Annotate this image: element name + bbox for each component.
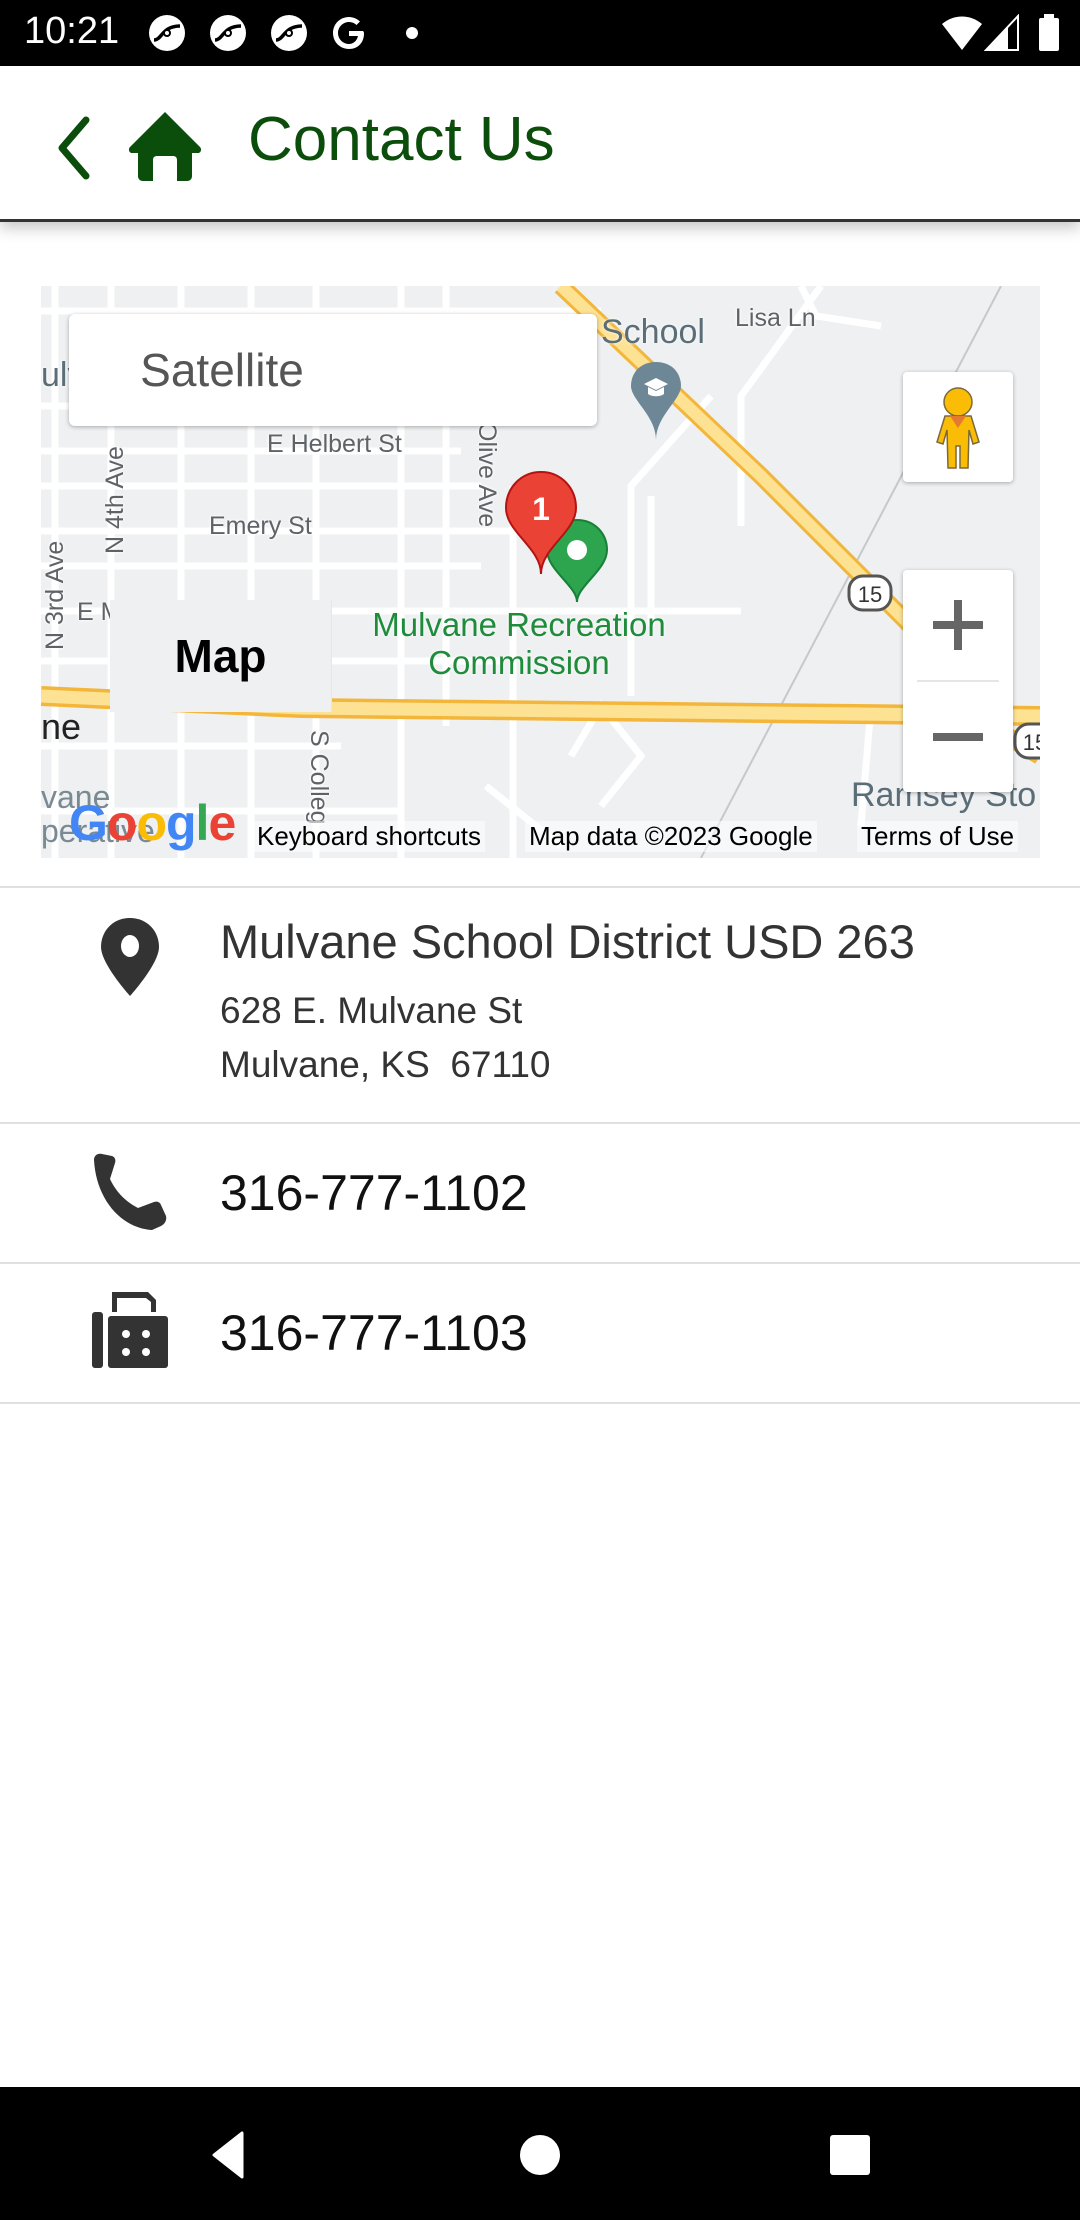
map-label-n-3rd-ave: N 3rd Ave [41,540,69,650]
marker-number: 1 [532,491,550,527]
app-bar: Contact Us [0,66,1080,222]
map-data-attribution[interactable]: Map data ©2023 Google [525,821,817,852]
page-title: Contact Us [248,105,555,174]
contact-address-row[interactable]: Mulvane School District USD 263 628 E. M… [0,888,1080,1122]
map-label-emery-st: Emery St [209,512,312,540]
address-line2: Mulvane, KS 67110 [220,1044,551,1085]
contact-phone-row[interactable]: 316-777-1102 [0,1124,1080,1262]
wifi-icon [942,16,982,50]
map-type-map-button[interactable]: Map [110,600,332,712]
sync-app-icon [210,15,246,51]
pegman-icon [936,387,980,469]
address-name: Mulvane School District USD 263 [220,915,915,968]
map-view[interactable]: 15 15 1 ulv School Lisa Ln E Helbert St … [41,286,1040,858]
location-pin-icon [101,918,159,996]
plus-icon [933,600,983,650]
home-button[interactable] [126,106,204,182]
map-label-s-college: S Colleg [305,730,333,825]
map-type-satellite-button[interactable]: Satellite [69,314,375,426]
contact-list: Mulvane School District USD 263 628 E. M… [0,886,1080,1404]
map-label-e-helbert-st: E Helbert St [267,430,402,458]
fax-icon [92,1292,168,1368]
nav-recents-button[interactable] [810,2117,890,2197]
minus-icon [933,733,983,741]
map-label-city-fragment: ne [41,706,82,747]
zoom-control [903,570,1013,792]
nav-back-icon [212,2131,244,2179]
keyboard-shortcuts-link[interactable]: Keyboard shortcuts [253,821,486,852]
more-notifications-icon [406,27,418,39]
poi-label-line1: Mulvane Recreation [372,606,666,643]
status-bar: 10:21 [0,0,1080,66]
phone-icon [94,1153,167,1230]
google-icon [333,17,364,49]
home-icon [128,112,202,181]
zoom-in-button[interactable] [903,570,1013,680]
street-view-button[interactable] [903,372,1013,482]
sync-app-icon [149,15,185,51]
map-footer: Keyboard shortcuts Map data ©2023 Google… [41,814,1040,858]
route-15-shield: 15 [858,582,882,607]
poi-label-line2: Commission [428,644,610,681]
map-poi-label[interactable]: Mulvane Recreation Commission [299,606,739,682]
address-line1: 628 E. Mulvane St [220,990,523,1031]
chevron-left-icon [58,116,90,180]
terms-of-use-link[interactable]: Terms of Use [857,821,1019,852]
cellular-signal-icon [984,14,1019,51]
route-15-shield-2: 15 [1023,730,1040,755]
map-type-control: Map Satellite [69,314,597,712]
map-label-olive-ave: Olive Ave [473,422,501,528]
battery-icon [1039,14,1059,51]
map-label-school: School [601,313,705,351]
back-button[interactable] [52,106,102,182]
navigation-bar [0,2087,1080,2220]
zoom-out-button[interactable] [903,682,1013,792]
phone-number[interactable]: 316-777-1102 [220,1164,528,1222]
status-time: 10:21 [24,10,120,52]
map-label-lisa-ln: Lisa Ln [735,304,816,332]
fax-number[interactable]: 316-777-1103 [220,1304,528,1362]
sync-app-icon [271,15,307,51]
nav-home-button[interactable] [500,2117,580,2197]
divider [0,1402,1080,1404]
nav-recents-icon [830,2135,870,2175]
nav-home-icon [520,2135,560,2175]
nav-back-button[interactable] [190,2117,270,2197]
map-label-n-4th-ave: N 4th Ave [101,446,129,554]
contact-fax-row[interactable]: 316-777-1103 [0,1264,1080,1402]
